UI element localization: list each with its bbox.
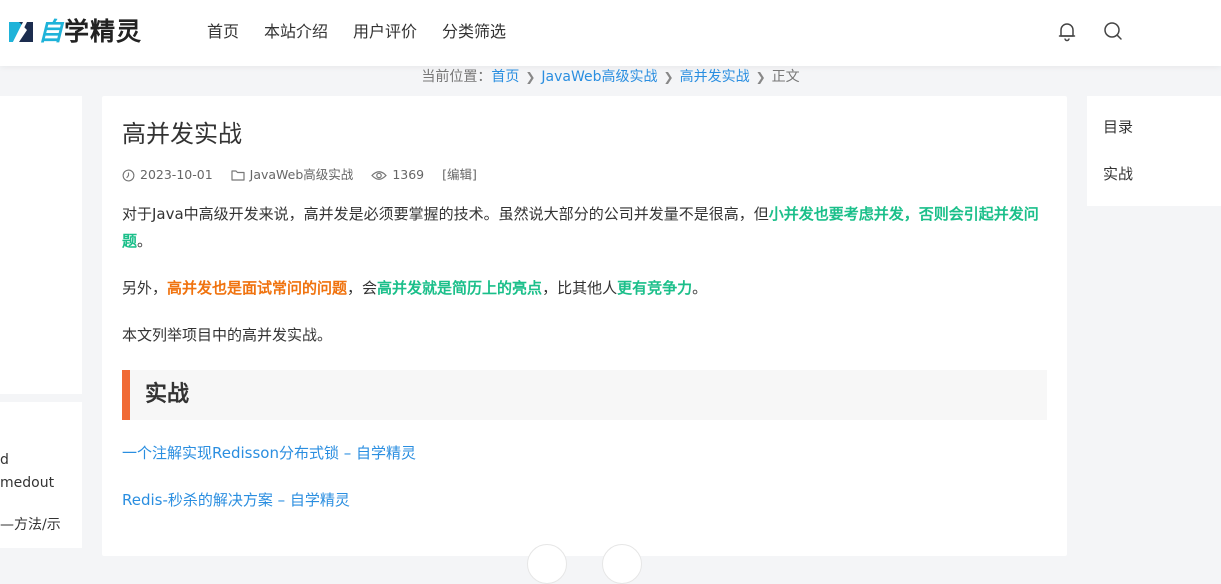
chevron-right-icon: ❯ xyxy=(663,70,674,84)
like-button[interactable] xyxy=(602,544,642,584)
list-item[interactable]: medout xyxy=(0,475,54,491)
meta-views: 1369 xyxy=(371,166,424,184)
table-of-contents: 目录 实战 xyxy=(1087,96,1221,206)
meta-category[interactable]: JavaWeb高级实战 xyxy=(231,166,353,184)
paragraph-second: 另外，高并发也是面试常问的问题，会高并发就是简历上的亮点，比其他人更有竞争力。 xyxy=(122,279,708,297)
site-logo[interactable]: 自学精灵 xyxy=(8,16,142,48)
breadcrumb: 当前位置：首页 ❯ JavaWeb高级实战 ❯ 高并发实战 ❯ 正文 xyxy=(0,67,1221,87)
article-card: 高并发实战 2023-10-01 JavaWeb高级实战 1369 [编辑] 对… xyxy=(102,96,1067,584)
search-icon[interactable] xyxy=(1102,20,1124,42)
left-sidebar-list: d medout —方法/示 xyxy=(0,402,82,548)
left-sidebar-card xyxy=(0,96,82,394)
article-link-redisson[interactable]: 一个注解实现Redisson分布式锁 – 自学精灵 xyxy=(122,442,416,464)
breadcrumb-prefix: 当前位置： xyxy=(421,69,492,85)
list-item[interactable]: —方法/示 xyxy=(0,514,61,534)
toc-title: 目录 xyxy=(1103,118,1134,136)
breadcrumb-subcategory[interactable]: 高并发实战 xyxy=(680,69,750,85)
site-header: 自学精灵 首页 本站介绍 用户评价 分类筛选 xyxy=(0,0,1221,66)
main-nav: 首页 本站介绍 用户评价 分类筛选 xyxy=(207,21,531,43)
nav-item-home[interactable]: 首页 xyxy=(207,21,239,43)
edit-link[interactable]: [编辑] xyxy=(442,166,477,184)
section-heading: 实战 xyxy=(122,370,1047,420)
toc-item-shizhan[interactable]: 实战 xyxy=(1103,164,1133,184)
breadcrumb-current: 正文 xyxy=(771,69,800,85)
clock-icon xyxy=(122,169,135,181)
article-link-redis-seckill[interactable]: Redis-秒杀的解决方案 – 自学精灵 xyxy=(122,489,350,511)
article-title: 高并发实战 xyxy=(122,120,242,148)
logo-text: 自学精灵 xyxy=(38,17,143,46)
folder-icon xyxy=(231,170,245,181)
chevron-right-icon: ❯ xyxy=(755,70,766,84)
meta-date: 2023-10-01 xyxy=(122,166,213,184)
eye-icon xyxy=(371,170,388,180)
breadcrumb-category[interactable]: JavaWeb高级实战 xyxy=(541,69,657,85)
nav-item-reviews[interactable]: 用户评价 xyxy=(353,21,417,43)
bell-icon[interactable] xyxy=(1056,20,1078,42)
logo-mark-icon xyxy=(8,19,34,45)
paragraph-intro: 对于Java中高级开发来说，高并发是必须要掌握的技术。虽然说大部分的公司并发量不… xyxy=(122,205,1039,250)
list-item[interactable]: d xyxy=(0,452,9,468)
breadcrumb-home[interactable]: 首页 xyxy=(491,69,519,85)
share-button[interactable] xyxy=(527,544,567,584)
article-meta: 2023-10-01 JavaWeb高级实战 1369 [编辑] xyxy=(122,166,495,184)
nav-item-categories[interactable]: 分类筛选 xyxy=(442,21,506,43)
chevron-right-icon: ❯ xyxy=(525,70,536,84)
paragraph-third: 本文列举项目中的高并发实战。 xyxy=(122,326,333,344)
nav-item-about[interactable]: 本站介绍 xyxy=(264,21,328,43)
